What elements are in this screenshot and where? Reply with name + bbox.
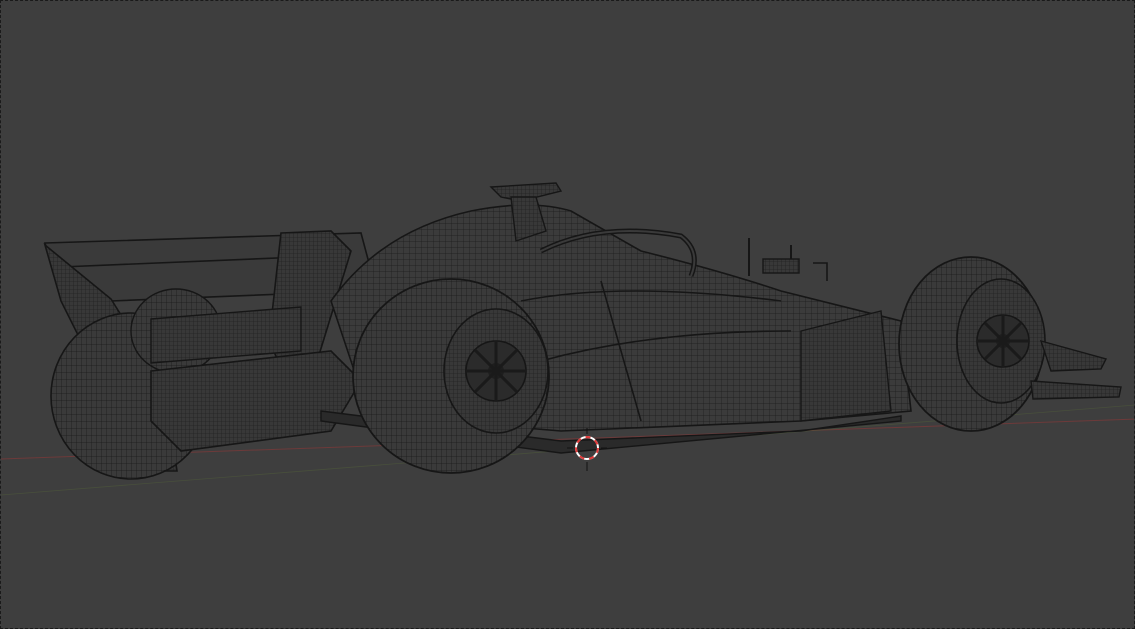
- f1-car-wireframe[interactable]: [43, 182, 1122, 480]
- viewport-canvas[interactable]: [1, 1, 1135, 629]
- 3d-viewport[interactable]: [0, 0, 1135, 629]
- rear-wheel-rim: [465, 340, 527, 402]
- front-wheel-rim: [976, 314, 1030, 368]
